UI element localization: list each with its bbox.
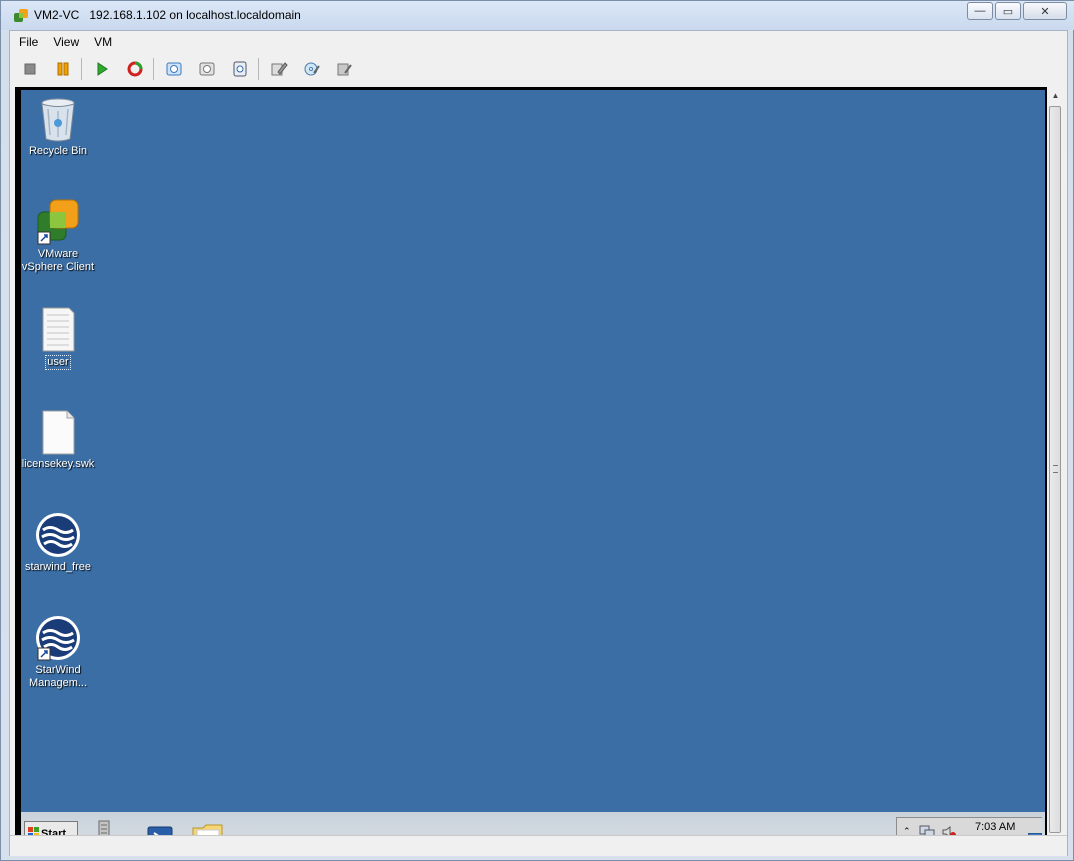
desktop-icon-starwind-management[interactable]: StarWind Managem... [18, 614, 98, 690]
power-on-icon [97, 62, 108, 76]
pause-icon [57, 62, 69, 76]
recycle-bin-icon [34, 95, 82, 143]
toolbar [10, 54, 1067, 84]
vsphere-app-icon [14, 9, 28, 22]
window-controls: — ▭ ✕ [965, 2, 1067, 22]
reset-icon [127, 61, 143, 77]
desktop-icon-label: starwind_free [24, 561, 92, 573]
client-area: File View VM Recycle Bin VMware vSphere … [9, 30, 1068, 856]
snapshot-icon [166, 62, 182, 76]
starwind-management-icon [34, 614, 82, 662]
vm-console[interactable]: Recycle Bin VMware vSphere Client user l… [15, 87, 1064, 852]
desktop-icon-licensekey[interactable]: licensekey.swk [18, 408, 98, 471]
edit-settings-icon [271, 62, 288, 76]
grip-icon [1053, 465, 1058, 473]
starwind-icon [34, 511, 82, 559]
maximize-button[interactable]: ▭ [995, 2, 1021, 20]
menu-vm[interactable]: VM [88, 35, 118, 49]
desktop-icon-label: user [45, 355, 71, 370]
revert-snapshot-icon [199, 62, 215, 76]
vm-console-window: VM2-VC 192.168.1.102 on localhost.locald… [0, 0, 1074, 861]
desktop-icon-user[interactable]: user [18, 305, 98, 370]
desktop-icon-label: licensekey.swk [21, 458, 95, 470]
scroll-thumb[interactable] [1049, 106, 1061, 833]
status-bar [10, 835, 1067, 856]
minimize-button[interactable]: — [967, 2, 993, 20]
connect-floppy-icon [337, 63, 352, 76]
desktop-icon-label: VMware vSphere Client [21, 248, 95, 273]
blank-file-icon [34, 408, 82, 456]
text-file-icon [34, 305, 82, 353]
desktop-icon-starwind-free[interactable]: starwind_free [18, 511, 98, 574]
scroll-up-arrow-icon[interactable]: ▲ [1047, 87, 1064, 104]
title-bar[interactable]: VM2-VC 192.168.1.102 on localhost.locald… [1, 1, 1074, 30]
snapshot-button[interactable] [161, 57, 187, 81]
revert-snapshot-button[interactable] [194, 57, 220, 81]
connect-cd-icon [304, 62, 320, 76]
snapshot-manager-button[interactable] [227, 57, 253, 81]
guest-desktop[interactable]: Recycle Bin VMware vSphere Client user l… [21, 90, 1045, 812]
power-on-button[interactable] [89, 57, 115, 81]
snapshot-manager-icon [233, 61, 247, 77]
menu-file[interactable]: File [13, 35, 44, 49]
desktop-icon-label: StarWind Managem... [28, 664, 88, 689]
clock[interactable]: 7:03 AM [975, 821, 1015, 833]
desktop-icon-vsphere-client[interactable]: VMware vSphere Client [18, 198, 98, 274]
connect-floppy-button[interactable] [332, 57, 358, 81]
vsphere-client-icon [34, 198, 82, 246]
toolbar-separator [81, 58, 82, 80]
desktop-icon-label: Recycle Bin [28, 145, 88, 157]
pause-button[interactable] [50, 57, 76, 81]
window-title: VM2-VC 192.168.1.102 on localhost.locald… [34, 8, 301, 22]
desktop-icon-recycle-bin[interactable]: Recycle Bin [18, 95, 98, 158]
vertical-scrollbar[interactable]: ▲ ▼ [1047, 87, 1064, 852]
edit-settings-button[interactable] [266, 57, 292, 81]
connect-cd-button[interactable] [299, 57, 325, 81]
menu-view[interactable]: View [47, 35, 85, 49]
power-off-icon [24, 63, 36, 75]
reset-button[interactable] [122, 57, 148, 81]
toolbar-separator [258, 58, 259, 80]
menu-bar: File View VM [10, 31, 1067, 53]
toolbar-separator [153, 58, 154, 80]
power-off-button[interactable] [17, 57, 43, 81]
close-button[interactable]: ✕ [1023, 2, 1067, 20]
